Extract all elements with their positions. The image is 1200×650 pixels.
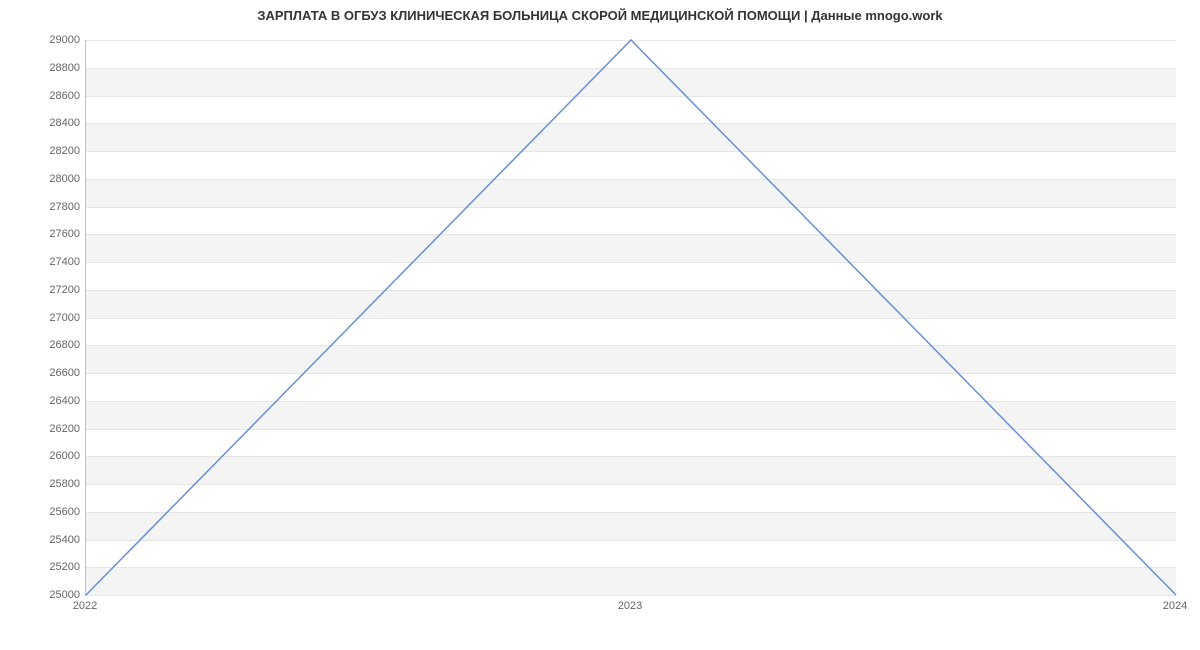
y-tick-label: 26800: [5, 339, 80, 351]
y-tick-label: 28200: [5, 145, 80, 157]
y-tick-label: 25400: [5, 534, 80, 546]
y-tick-label: 27200: [5, 284, 80, 296]
y-tick-label: 27800: [5, 201, 80, 213]
y-tick-label: 26200: [5, 423, 80, 435]
y-tick-label: 27000: [5, 312, 80, 324]
y-tick-label: 26400: [5, 395, 80, 407]
y-tick-label: 28600: [5, 90, 80, 102]
x-tick-label: 2022: [73, 600, 97, 612]
y-tick-label: 26600: [5, 367, 80, 379]
y-tick-label: 25000: [5, 589, 80, 601]
x-tick-label: 2024: [1163, 600, 1187, 612]
y-tick-label: 25600: [5, 506, 80, 518]
y-tick-label: 28400: [5, 117, 80, 129]
grid-line: [86, 595, 1176, 596]
y-tick-label: 25800: [5, 478, 80, 490]
plot-area: [85, 40, 1176, 596]
y-tick-label: 29000: [5, 34, 80, 46]
chart-title: ЗАРПЛАТА В ОГБУЗ КЛИНИЧЕСКАЯ БОЛЬНИЦА СК…: [0, 8, 1200, 23]
y-tick-label: 27600: [5, 228, 80, 240]
x-tick-label: 2023: [618, 600, 642, 612]
line-series: [86, 40, 1176, 595]
y-tick-label: 26000: [5, 450, 80, 462]
y-tick-label: 28000: [5, 173, 80, 185]
chart-container: ЗАРПЛАТА В ОГБУЗ КЛИНИЧЕСКАЯ БОЛЬНИЦА СК…: [0, 0, 1200, 650]
series-line: [86, 40, 1176, 595]
y-tick-label: 27400: [5, 256, 80, 268]
y-tick-label: 28800: [5, 62, 80, 74]
y-tick-label: 25200: [5, 561, 80, 573]
